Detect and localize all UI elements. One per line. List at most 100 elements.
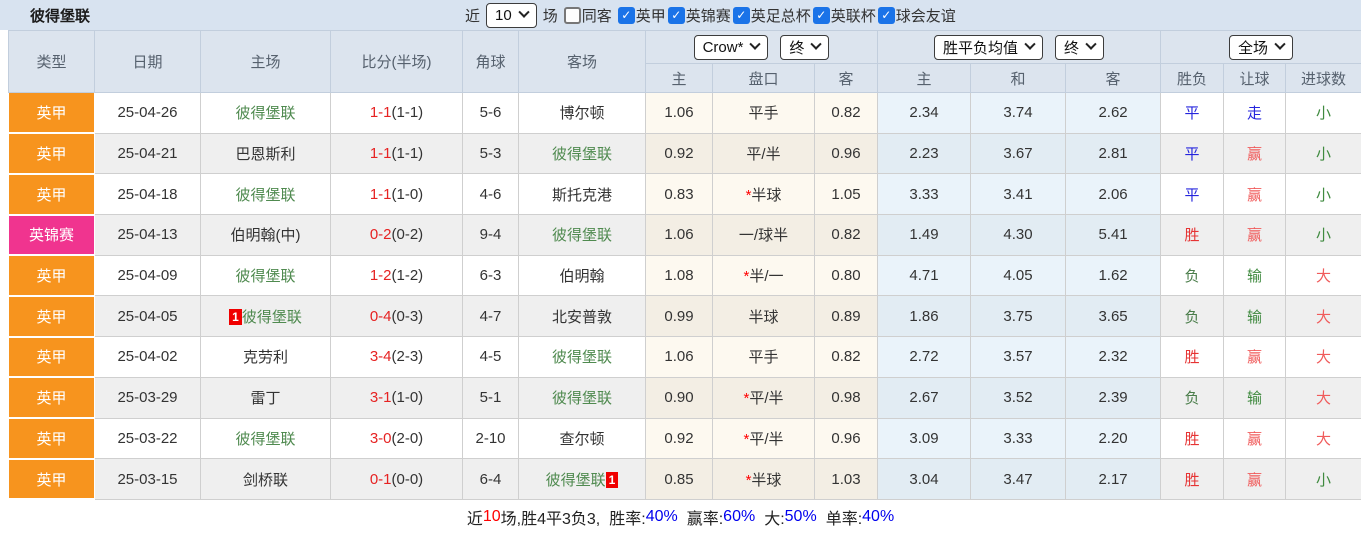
away-team-name[interactable]: 博尔顿 (559, 105, 604, 122)
home-team-cell: 伯明翰(中) (200, 214, 331, 256)
header-euro-draw: 和 (970, 63, 1067, 93)
date-cell: 25-04-21 (94, 133, 201, 175)
euro-home-odds-cell: 2.67 (877, 377, 972, 419)
header-euro-home: 主 (877, 63, 972, 93)
handicap-away-odds-cell: 0.96 (814, 418, 879, 460)
result-wdl-cell: 平 (1160, 173, 1225, 216)
result-wdl: 平 (1184, 186, 1200, 204)
corner-cell: 6-4 (462, 458, 519, 500)
checkbox-checked-icon[interactable] (667, 6, 685, 24)
odds-average-select-value: 胜平负均值 (943, 39, 1019, 57)
home-team-cell: 1 彼得堡联 (200, 295, 331, 338)
handicap-line-cell: 平手 (712, 92, 815, 134)
result-goals: 大 (1316, 308, 1332, 326)
away-team-cell: 查尔顿 (518, 418, 646, 460)
scope-select[interactable]: 全场 (1229, 34, 1294, 60)
away-team-name[interactable]: 北安普敦 (552, 309, 612, 326)
fulltime-score: 3-4 (369, 348, 392, 366)
handicap-line-cell: *平/半 (712, 418, 815, 460)
league-checkbox-item[interactable]: 球会友谊 (877, 5, 956, 26)
odds-average-select[interactable]: 胜平负均值 (934, 34, 1044, 60)
league-type-cell: 英锦赛 (8, 214, 95, 257)
league-checkbox-item[interactable]: 英甲 (617, 5, 666, 26)
chevron-down-icon (1085, 38, 1097, 50)
score-cell: 1-1(1-1) (330, 92, 463, 134)
summary-stat-value: 50% (784, 508, 817, 526)
league-checkbox-item[interactable]: 英联杯 (812, 5, 876, 26)
home-team-name[interactable]: 雷丁 (250, 390, 280, 407)
result-wdl: 平 (1184, 105, 1200, 123)
result-goals-cell: 小 (1285, 458, 1361, 500)
fulltime-score: 0-1 (369, 470, 392, 488)
result-wdl-cell: 平 (1160, 92, 1225, 134)
summary-stat-value: 40% (862, 508, 895, 526)
results-table-body: 英甲 25-04-26 彼得堡联 1-1(1-1) 5-6 博尔顿 1.06 平… (8, 92, 1361, 501)
date-cell: 25-04-09 (94, 255, 201, 297)
handicap-time-select-value: 终 (789, 39, 805, 57)
checkbox-checked-icon[interactable] (617, 6, 635, 24)
result-goals-cell: 小 (1285, 173, 1361, 216)
table-row: 英锦赛 25-04-13 伯明翰(中) 0-2(0-2) 9-4 彼得堡联 1.… (8, 214, 1361, 257)
fulltime-score: 1-2 (369, 267, 392, 285)
checkbox-checked-icon[interactable] (812, 6, 830, 24)
filter-controls: 近 10 场 同客 英甲 英锦赛 英足总杯 英联杯 球会友谊 (465, 0, 956, 30)
summary-stat-value: 40% (645, 508, 678, 526)
handicap-line-cell: *平/半 (712, 377, 815, 419)
handicap-time-select[interactable]: 终 (780, 34, 830, 60)
result-wdl-cell: 胜 (1160, 458, 1225, 500)
result-goals: 小 (1316, 105, 1332, 123)
away-team-name[interactable]: 彼得堡联 (552, 349, 612, 366)
euro-home-odds-cell: 3.09 (877, 418, 972, 460)
halftime-score: (2-0) (391, 429, 424, 447)
away-team-cell: 斯托克港 (518, 173, 646, 216)
result-handicap: 赢 (1247, 146, 1263, 164)
home-team-cell: 克劳利 (200, 336, 331, 378)
handicap-line: 平/半 (749, 390, 784, 408)
rank-badge: 1 (229, 308, 242, 325)
handicap-away-odds-cell: 0.82 (814, 92, 879, 134)
away-team-name[interactable]: 斯托克港 (552, 187, 612, 204)
header-result-wdl: 胜负 (1160, 63, 1225, 93)
home-team-name[interactable]: 克劳利 (243, 349, 288, 366)
corner-cell: 5-1 (462, 377, 519, 419)
checkbox-checked-icon[interactable] (732, 6, 750, 24)
away-team-name[interactable]: 查尔顿 (559, 431, 604, 448)
odds-time-select[interactable]: 终 (1055, 34, 1105, 60)
same-opponent-checkbox-item[interactable]: 同客 (563, 5, 612, 26)
home-team-name[interactable]: 巴恩斯利 (235, 146, 295, 163)
result-handicap: 赢 (1247, 349, 1263, 367)
league-checkbox-item[interactable]: 英足总杯 (732, 5, 811, 26)
home-team-name[interactable]: 剑桥联 (243, 472, 288, 489)
home-team-name[interactable]: 彼得堡联 (235, 431, 295, 448)
result-handicap-cell: 赢 (1223, 214, 1287, 256)
result-goals-cell: 大 (1285, 295, 1361, 338)
fulltime-score: 0-4 (369, 307, 392, 325)
result-handicap-cell: 赢 (1223, 458, 1287, 500)
home-team-name[interactable]: 彼得堡联 (235, 268, 295, 285)
checkbox-unchecked-icon[interactable] (563, 6, 581, 24)
bookmaker-select[interactable]: Crow* (693, 34, 769, 60)
home-team-cell: 彼得堡联 (200, 92, 331, 134)
fulltime-score: 1-1 (369, 185, 392, 203)
away-team-name[interactable]: 彼得堡联 (552, 390, 612, 407)
handicap-line-cell: 半球 (712, 295, 815, 338)
home-team-name[interactable]: 彼得堡联 (242, 309, 302, 326)
away-team-name[interactable]: 彼得堡联 (552, 227, 612, 244)
away-team-name[interactable]: 彼得堡联 (552, 146, 612, 163)
score-cell: 3-4(2-3) (330, 336, 463, 378)
handicap-line: 平手 (748, 349, 779, 367)
date-cell: 25-04-13 (94, 214, 201, 256)
checkbox-checked-icon[interactable] (877, 6, 895, 24)
away-team-name[interactable]: 伯明翰 (559, 268, 604, 285)
league-type-cell: 英甲 (8, 458, 95, 501)
home-team-name[interactable]: 彼得堡联 (235, 187, 295, 204)
euro-away-odds-cell: 2.32 (1065, 336, 1162, 378)
league-checkbox-item[interactable]: 英锦赛 (667, 5, 731, 26)
home-team-name[interactable]: 彼得堡联 (235, 105, 295, 122)
home-team-name[interactable]: 伯明翰(中) (231, 227, 301, 244)
matches-count-select[interactable]: 10 (486, 2, 537, 28)
result-wdl-cell: 负 (1160, 295, 1225, 338)
away-team-name[interactable]: 彼得堡联 (546, 472, 606, 489)
halftime-score: (2-3) (391, 348, 424, 366)
result-wdl: 胜 (1184, 430, 1200, 448)
